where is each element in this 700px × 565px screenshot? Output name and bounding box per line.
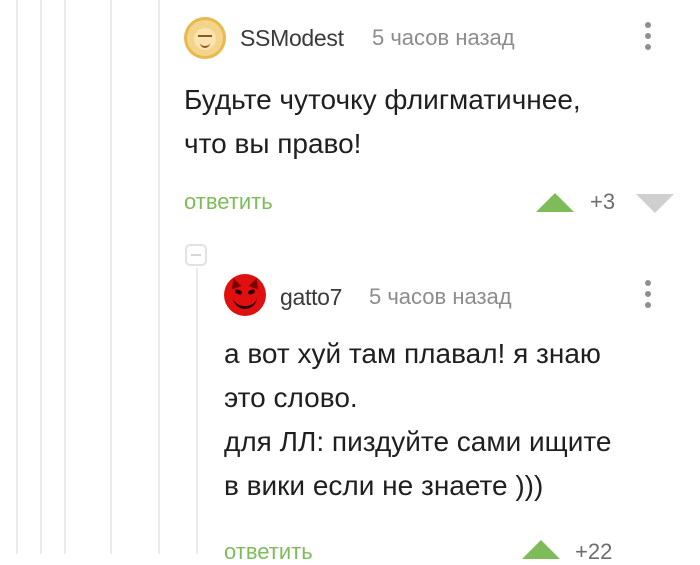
comment-line: что вы право! <box>184 128 362 159</box>
reply-button[interactable]: ответить <box>184 189 273 215</box>
comment-line: это слово. <box>224 382 358 413</box>
comment-line: Будьте чуточку флигматичнее, <box>184 84 581 115</box>
comment-time[interactable]: 5 часов назад <box>372 25 515 51</box>
avatar-eyes-icon <box>198 35 212 40</box>
comment-line: а вот хуй там плавал! я знаю <box>224 338 601 369</box>
comment-rating: +3 <box>590 189 616 214</box>
comment-body: Будьте чуточку флигматичнее, что вы прав… <box>184 78 581 166</box>
thread-line <box>110 0 112 554</box>
avatar[interactable] <box>224 274 266 316</box>
avatar[interactable] <box>184 17 226 59</box>
upvote-icon[interactable] <box>536 193 574 212</box>
comment-time[interactable]: 5 часов назад <box>369 284 512 310</box>
devil-horn-icon <box>248 276 262 290</box>
devil-grin-icon <box>233 296 257 309</box>
devil-eye-icon <box>234 288 243 296</box>
devil-eye-icon <box>247 288 256 296</box>
downvote-icon[interactable] <box>636 194 674 213</box>
comment-line: для ЛЛ: пиздуйте сами ищите <box>224 426 612 457</box>
comment-body: а вот хуй там плавал! я знаю это слово. … <box>224 332 611 508</box>
thread-line <box>158 0 160 554</box>
reply-button[interactable]: ответить <box>224 539 313 565</box>
thread-line <box>16 0 18 554</box>
more-menu-icon[interactable] <box>644 22 652 56</box>
upvote-icon[interactable] <box>522 540 560 559</box>
comment-rating: +22 <box>575 539 613 564</box>
thread-line <box>40 0 42 554</box>
thread-line[interactable] <box>196 268 198 554</box>
collapse-thread-icon[interactable] <box>185 244 207 266</box>
comment-author[interactable]: gatto7 <box>280 284 342 311</box>
more-menu-icon[interactable] <box>644 280 652 314</box>
comment-line: в вики если не знаете ))) <box>224 470 544 501</box>
devil-horn-icon <box>228 276 242 290</box>
comment-author[interactable]: SSModest <box>240 25 344 52</box>
thread-line <box>64 0 66 554</box>
